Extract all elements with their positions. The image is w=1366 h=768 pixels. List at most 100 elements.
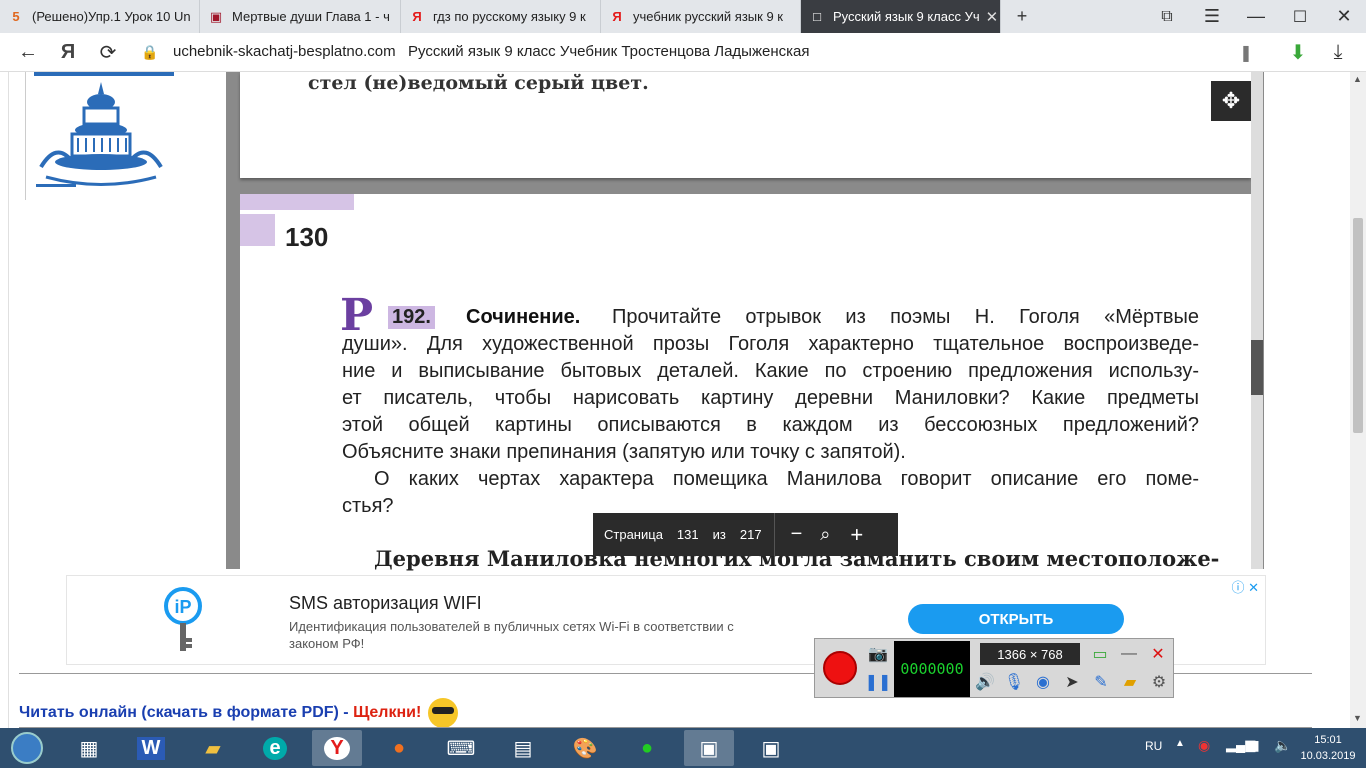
menu-icon[interactable]: ☰ (1190, 0, 1234, 33)
maximize-icon[interactable]: ☐ (1278, 0, 1322, 33)
tab-2-label: Мертвые души Глава 1 - ч (232, 9, 390, 24)
camera-icon[interactable]: 📷 (865, 642, 891, 666)
reload-icon[interactable]: ⟳ (90, 33, 126, 72)
truck-app-icon[interactable]: ▣ (684, 730, 734, 766)
taskbar: ▦ W ▰ e Y ● ⌨ ▤ 🎨 ● ▣ ▣ RU ▲ ◉ ▂▄▆ ▮ 🔈 1… (0, 728, 1366, 768)
download-extension-icon[interactable]: ⬇ (1280, 33, 1316, 72)
scroll-up-icon[interactable]: ▲ (1353, 74, 1362, 84)
exercise-line: ет писатель, чтобы нарисовать картину де… (342, 387, 1199, 409)
bookmark-icon[interactable]: ❚ (1228, 33, 1264, 72)
paint-icon[interactable]: 🎨 (560, 730, 610, 766)
tab-1-label: (Решено)Упр.1 Урок 10 Un (32, 9, 191, 24)
new-tab-icon[interactable]: + (1000, 0, 1044, 33)
file-explorer-icon[interactable]: ▰ (188, 730, 238, 766)
control-panel-icon[interactable]: ▦ (64, 730, 114, 766)
truck-app-2-icon[interactable]: ▣ (746, 730, 796, 766)
url-text[interactable]: uchebnik-skachatj-besplatno.com (173, 43, 396, 60)
battery-icon[interactable]: ▮ (1252, 737, 1260, 754)
folder-icon[interactable]: ▰ (1117, 670, 1143, 694)
tabs-manager-icon[interactable]: ⧉ (1145, 0, 1189, 33)
exercise-line: О каких чертах характера помещика Манило… (374, 468, 1199, 490)
svg-text:iP: iP (174, 597, 191, 617)
volume-icon[interactable]: 🔈 (1274, 737, 1291, 754)
zoom-in-icon[interactable]: + (850, 522, 863, 548)
network-icon[interactable]: ▂▄▆ (1226, 737, 1255, 753)
keyboard-icon[interactable]: ⌨ (436, 730, 486, 766)
zoom-search-icon[interactable]: ⌕ (820, 524, 830, 545)
internet-explorer-icon[interactable]: e (250, 730, 300, 766)
scroll-down-icon[interactable]: ▼ (1353, 713, 1362, 723)
firefox-icon[interactable]: ● (374, 730, 424, 766)
read-online-text[interactable]: Читать онлайн (скачать в формате PDF) - (19, 704, 353, 721)
tab-4[interactable]: Я учебник русский язык 9 к (601, 0, 801, 33)
minimize-icon[interactable]: — (1234, 0, 1278, 33)
tab-4-favicon-icon: Я (612, 9, 622, 24)
previous-page: стел (не)ведомый серый цвет. (240, 72, 1251, 178)
region-icon[interactable]: ▭ (1087, 642, 1113, 666)
ad-title[interactable]: SMS авторизация WIFI (289, 593, 482, 614)
exercise-number: 192. (388, 306, 435, 329)
tab-3-label: гдз по русскому языку 9 к (433, 9, 586, 24)
tray-expand-icon[interactable]: ▲ (1175, 738, 1185, 749)
page-scrollbar-thumb[interactable] (1353, 218, 1363, 433)
tab-5-label: Русский язык 9 класс Уч (833, 9, 980, 24)
downloads-icon[interactable]: ⤓ (1320, 33, 1356, 72)
book-cover-logo[interactable] (25, 72, 175, 200)
ad-open-button[interactable]: ОТКРЫТЬ (908, 604, 1124, 634)
record-button[interactable] (823, 651, 857, 685)
click-text[interactable]: Щелкни! (353, 704, 421, 721)
cursor-icon[interactable]: ➤ (1059, 670, 1085, 694)
webcam-icon[interactable]: ◉ (1030, 670, 1056, 694)
yandex-logo-icon[interactable]: Я (50, 33, 86, 72)
word-icon[interactable]: W (126, 730, 176, 766)
page-toolbar: Страница 131 из 217 − ⌕ + (593, 513, 898, 556)
total-pages: 217 (739, 527, 762, 542)
calculator-icon[interactable]: ▤ (498, 730, 548, 766)
tab-1[interactable]: 5 (Решено)Упр.1 Урок 10 Un (0, 0, 200, 33)
tab-5-favicon-icon: □ (813, 9, 821, 24)
pause-icon[interactable]: ❚❚ (865, 670, 892, 694)
tab-4-label: учебник русский язык 9 к (633, 9, 783, 24)
green-app-icon[interactable]: ● (622, 730, 672, 766)
start-button-icon[interactable] (2, 730, 52, 766)
tab-3-favicon-icon: Я (412, 9, 422, 24)
exercise-line: этой общей картины описываются в каждом … (342, 414, 1199, 436)
close-tab-icon[interactable]: ✕ (980, 8, 999, 26)
viewer-scrollbar[interactable] (1251, 72, 1263, 569)
web-page: стел (не)ведомый серый цвет. ✥ 130 Р 192… (0, 72, 1350, 728)
zoom-out-icon[interactable]: − (791, 523, 803, 546)
clock-time: 15:01 (1314, 734, 1342, 746)
recorder-minimize-icon[interactable]: — (1116, 642, 1142, 666)
tab-5-active[interactable]: □ Русский язык 9 класс Уч ✕ (801, 0, 1001, 33)
page-number: 130 (285, 222, 329, 252)
pen-icon[interactable]: ✎ (1088, 670, 1114, 694)
page-label: Страница (604, 527, 663, 542)
microphone-icon[interactable]: 🎙 (1001, 670, 1027, 694)
exercise-line: Прочитайте отрывок из поэмы Н. Гоголя «М… (612, 306, 1199, 328)
read-online-link[interactable]: Читать онлайн (скачать в формате PDF) - … (19, 698, 458, 728)
recorder-tray-icon[interactable]: ◉ (1198, 737, 1210, 754)
recorder-resolution: 1366 × 768 (980, 643, 1080, 665)
language-indicator[interactable]: RU (1145, 739, 1162, 753)
recorder-timer: 0000000 (894, 641, 970, 697)
left-divider (8, 72, 9, 728)
exercise-line: Объясните знаки препинания (запятую или … (342, 441, 906, 463)
lock-icon[interactable]: 🔒 (132, 33, 168, 72)
yandex-browser-icon[interactable]: Y (312, 730, 362, 766)
window-close-icon[interactable]: ✕ (1322, 0, 1366, 33)
back-arrow-icon[interactable]: ← (10, 33, 46, 72)
clock[interactable]: 15:01 10.03.2019 (1296, 732, 1360, 764)
viewer-scrollbar-thumb[interactable] (1251, 340, 1263, 395)
recorder-close-icon[interactable]: ✕ (1145, 642, 1171, 666)
speaker-icon[interactable]: 🔊 (972, 670, 998, 694)
move-icon[interactable]: ✥ (1211, 81, 1251, 121)
tab-2[interactable]: ▣ Мертвые души Глава 1 - ч (200, 0, 401, 33)
page-decoration (240, 214, 275, 246)
clock-date: 10.03.2019 (1300, 750, 1356, 762)
settings-gear-icon[interactable]: ⚙ (1146, 670, 1172, 694)
page-title: Русский язык 9 класс Учебник Тростенцова… (408, 43, 810, 60)
of-label: из (712, 527, 726, 542)
tab-3[interactable]: Я гдз по русскому языку 9 к (401, 0, 601, 33)
ad-close-icon[interactable]: ⓘ ✕ (1231, 577, 1259, 596)
current-page-input[interactable]: 131 (677, 527, 699, 542)
